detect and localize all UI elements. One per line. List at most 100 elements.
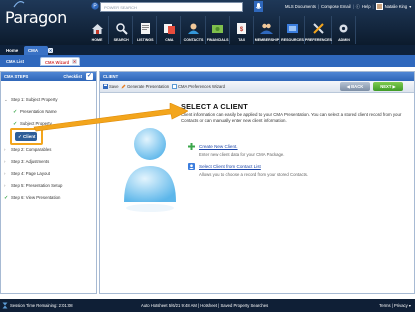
search-icon — [115, 23, 128, 35]
contacts-icon — [187, 23, 199, 34]
user-name[interactable]: Natalie King — [385, 4, 408, 9]
client-person-icon — [124, 128, 176, 212]
step-label: Client — [23, 134, 36, 139]
session-timer-text: Session Time Remaining: 2:01:08 — [10, 303, 73, 308]
mls-documents-link[interactable]: MLS Documents — [285, 4, 316, 9]
tab-cma-list[interactable]: CMA List — [2, 57, 28, 66]
create-new-client-link[interactable]: Create New Client. — [199, 144, 238, 149]
nav-membership[interactable]: MEMBERSHIP — [254, 16, 281, 44]
cma-steps-title: CMA STEPS — [4, 74, 29, 79]
nav-preferences[interactable]: PREFERENCES — [304, 16, 332, 44]
help-icon[interactable]: ⓘ — [356, 4, 360, 10]
help-link[interactable]: Help — [362, 4, 371, 9]
nav-resources[interactable]: RESOURCES — [281, 16, 305, 44]
next-button[interactable]: NEXT ▶ — [373, 82, 403, 91]
membership-icon — [260, 23, 274, 34]
check-icon: ✓ — [13, 121, 18, 127]
nav-home-label: HOME — [91, 38, 103, 42]
checklist-check-icon[interactable]: ✓ — [86, 73, 93, 80]
step-3[interactable]: › Step 3: Adjustments — [4, 158, 49, 165]
check-icon: ✓ — [4, 195, 9, 201]
generate-presentation-button[interactable]: Generate Presentation — [121, 84, 169, 89]
wizard-icon — [172, 84, 177, 89]
nav-preferences-label: PREFERENCES — [304, 38, 332, 42]
chevron-down-icon[interactable]: ▾ — [409, 4, 411, 9]
back-button[interactable]: ◀ BACK — [340, 82, 370, 91]
save-button[interactable]: Save — [103, 84, 119, 89]
footer-hotsheet-links[interactable]: Auto Hotsheet 5/6/21 9:48 AM | Hotsheet … — [141, 299, 268, 312]
listings-icon — [140, 23, 150, 34]
home-icon — [91, 24, 103, 34]
create-new-client-description: Enter new client data for your CMA Packa… — [199, 152, 285, 157]
logo-swirl-icon — [13, 1, 25, 8]
nav-admin[interactable]: ADMIN — [333, 16, 357, 44]
nav-cma[interactable]: CMA — [158, 16, 182, 44]
step-label: Step 1: Subject Property — [11, 97, 58, 102]
step-label: Step 6: View Presentation — [11, 195, 61, 200]
nav-financials-label: FINANCIALS — [206, 38, 229, 42]
step-subject-property[interactable]: ✓ Subject Property — [13, 120, 52, 127]
chevron-down-icon: ⌄ — [4, 97, 8, 102]
nav-contacts[interactable]: CONTACTS — [182, 16, 206, 44]
nav-financials[interactable]: FINANCIALS — [207, 16, 230, 44]
nav-membership-label: MEMBERSHIP — [254, 38, 280, 42]
cma-preferences-wizard-button[interactable]: CMA Preferences Wizard — [172, 84, 225, 89]
step-label: Step 5: Presentation Setup — [11, 183, 63, 188]
close-icon[interactable]: ✕ — [72, 59, 77, 64]
step-6[interactable]: ✓ Step 6: View Presentation — [4, 194, 60, 201]
generate-label: Generate Presentation — [127, 84, 170, 89]
power-search-placeholder: POWER SEARCH — [104, 5, 137, 10]
step-client[interactable]: ✓ Client — [15, 132, 37, 141]
nav-tax[interactable]: $ TAX — [231, 16, 254, 44]
primary-tab-strip: Home CMA ✕ — [0, 45, 415, 55]
step-list: ⌄ Step 1: Subject Property ✓ Presentation … — [1, 81, 96, 201]
select-client-description: Client information can easily be applied… — [181, 112, 402, 123]
nav-search[interactable]: SEARCH — [110, 16, 134, 44]
tab-cma-wizard-label: CMA Wizard — [45, 60, 70, 65]
checklist-link[interactable]: Checklist — [63, 72, 82, 81]
step-label: Presentation Name — [20, 109, 57, 114]
nav-contacts-label: CONTACTS — [183, 38, 204, 42]
step-label: Step 3: Adjustments — [11, 159, 50, 164]
separator: | — [372, 4, 374, 9]
nav-search-label: SEARCH — [113, 38, 129, 42]
nav-listings-label: LISTINGS — [136, 38, 154, 42]
chevron-right-icon: › — [4, 183, 6, 188]
power-search-input[interactable]: POWER SEARCH — [100, 2, 243, 12]
cma-steps-header: CMA STEPS Checklist ✓ — [1, 72, 96, 81]
microphone-icon[interactable] — [254, 1, 263, 12]
select-client-from-contacts-link[interactable]: Select Client from Contact List — [199, 164, 261, 169]
separator: | — [317, 4, 320, 9]
paragon-badge-icon: P — [91, 2, 99, 10]
chevron-down-icon: ▾ — [408, 303, 411, 308]
plus-icon[interactable] — [188, 143, 195, 150]
footer-terms-privacy[interactable]: Terms | Privacy ▾ — [379, 299, 411, 312]
user-avatar[interactable] — [375, 3, 383, 10]
step-presentation-name[interactable]: ✓ Presentation Name — [13, 108, 57, 115]
resources-icon — [287, 24, 299, 33]
step-1[interactable]: ⌄ Step 1: Subject Property — [4, 96, 58, 103]
select-client-from-contacts-description: Allows you to choose a record from your … — [199, 172, 309, 177]
nav-home[interactable]: HOME — [86, 16, 110, 44]
close-icon[interactable]: ✕ — [48, 48, 53, 53]
paragon-logo[interactable]: Paragon — [5, 1, 67, 27]
chevron-right-icon: › — [4, 171, 6, 176]
tab-cma-wizard[interactable]: CMA Wizard ✕ — [40, 57, 80, 66]
compose-email-link[interactable]: Compose Email — [321, 4, 351, 9]
step-5[interactable]: › Step 5: Presentation Setup — [4, 182, 62, 189]
step-4[interactable]: › Step 4: Page Layout — [4, 170, 50, 177]
separator: | — [352, 4, 354, 9]
tab-cma[interactable]: CMA ✕ — [24, 46, 53, 55]
contact-list-icon[interactable] — [188, 163, 195, 170]
app-header: Paragon P POWER SEARCH MLS Documents | C… — [0, 0, 415, 45]
step-label: Step 2: Comparables — [11, 147, 52, 152]
next-label: NEXT — [380, 84, 392, 89]
client-header: CLIENT — [100, 72, 414, 81]
save-icon — [103, 84, 108, 89]
tab-home[interactable]: Home — [2, 46, 22, 55]
step-2[interactable]: › Step 2: Comparables — [4, 146, 51, 153]
check-icon: ✓ — [13, 109, 18, 115]
status-footer: Session Time Remaining: 2:01:08 Auto Hot… — [0, 299, 415, 312]
nav-listings[interactable]: LISTINGS — [134, 16, 158, 44]
terms-privacy-text: Terms | Privacy — [379, 303, 408, 308]
